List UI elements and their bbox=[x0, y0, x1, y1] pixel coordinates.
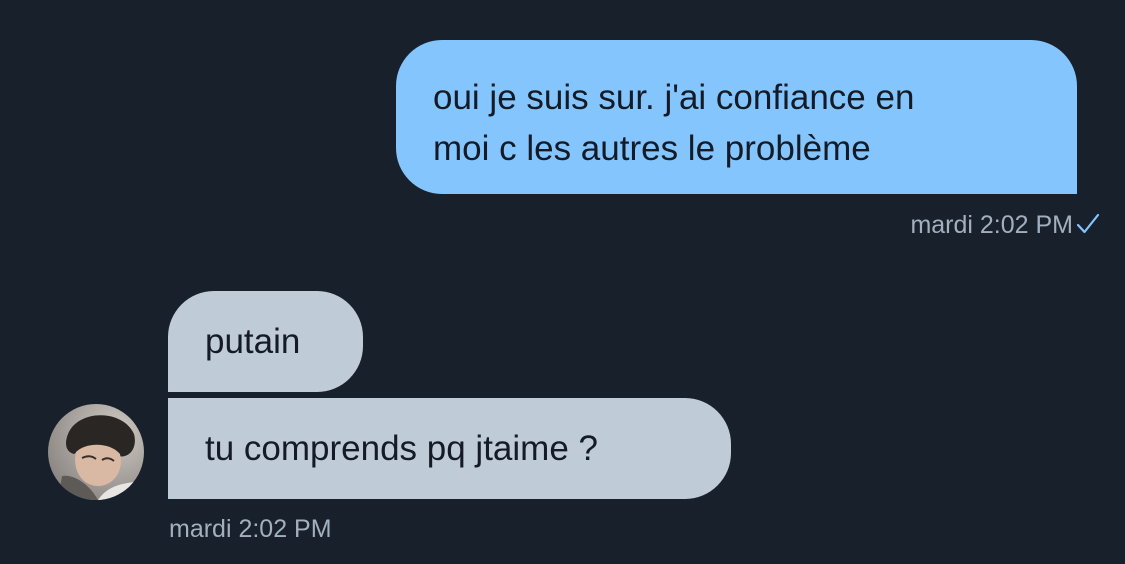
received-timestamp: mardi 2:02 PM bbox=[169, 515, 332, 543]
received-message-bubble[interactable]: putain bbox=[168, 291, 363, 392]
received-message-bubble[interactable]: tu comprends pq jtaime ? bbox=[168, 398, 731, 499]
user-avatar-icon bbox=[48, 404, 144, 500]
conversation-view: oui je suis sur. j'ai confiance en moi c… bbox=[0, 0, 1125, 564]
message-text-line: moi c les autres le problème bbox=[433, 129, 871, 168]
avatar[interactable] bbox=[48, 404, 144, 500]
checkmark-icon bbox=[1076, 213, 1100, 234]
message-text-line: oui je suis sur. j'ai confiance en bbox=[433, 78, 915, 117]
message-text: tu comprends pq jtaime ? bbox=[205, 429, 598, 468]
message-text: putain bbox=[205, 322, 301, 361]
sent-message-bubble[interactable]: oui je suis sur. j'ai confiance en moi c… bbox=[396, 40, 1077, 194]
sent-timestamp: mardi 2:02 PM bbox=[910, 211, 1073, 239]
